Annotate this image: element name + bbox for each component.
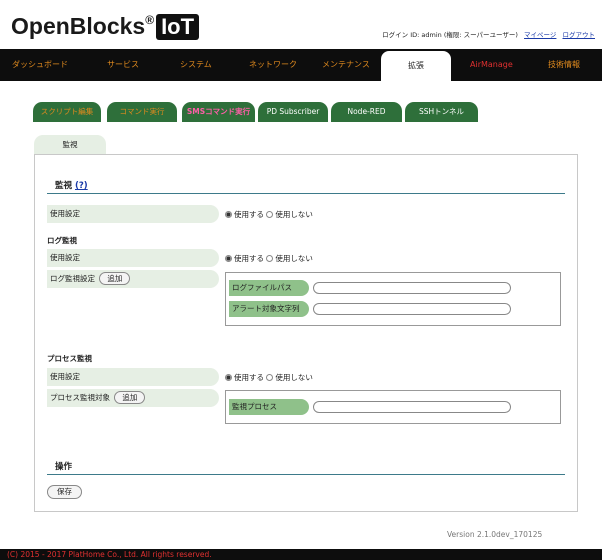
process-nouse-radio[interactable] <box>266 374 274 381</box>
log-monitor-entry-box: ログファイルパス アラート対象文字列 <box>225 272 561 326</box>
save-button[interactable]: 保存 <box>47 485 82 499</box>
log-use-radio-group: 使用する 使用しない <box>225 253 313 264</box>
operation-divider <box>47 474 565 475</box>
login-info: ログイン ID: admin (権限: スーパーユーザー) マイページ ログアウ… <box>382 29 595 39</box>
log-monitor-setting-label: ログ監視設定 <box>50 274 95 283</box>
process-target-label: プロセス監視対象 <box>50 393 110 402</box>
monitor-title: 監視 <box>55 181 73 191</box>
openblocks-logo: OpenBlocks® IoT <box>11 13 200 40</box>
login-user-text: ログイン ID: admin (権限: スーパーユーザー) <box>382 31 518 39</box>
process-monitor-heading: プロセス監視 <box>47 354 92 363</box>
version-text: Version 2.1.0dev_170125 <box>447 530 543 539</box>
logo-text: OpenBlocks <box>11 13 146 39</box>
alert-string-label: アラート対象文字列 <box>229 301 309 317</box>
process-nouse-radio-label: 使用しない <box>275 373 313 382</box>
nav-item-system[interactable]: システム <box>180 49 212 81</box>
main-nav: ダッシュボード サービス システム ネットワーク メンテナンス 拡張 AirMa… <box>0 49 602 81</box>
nav-item-tech-info[interactable]: 技術情報 <box>548 49 580 81</box>
subtab-sms-command-exec[interactable]: SMSコマンド実行 <box>182 102 255 122</box>
alert-string-input[interactable] <box>313 303 511 315</box>
nav-item-maintenance[interactable]: メンテナンス <box>322 49 370 81</box>
nav-item-network[interactable]: ネットワーク <box>249 49 297 81</box>
process-use-radio[interactable] <box>225 374 232 381</box>
subtab-script-edit[interactable]: スクリプト編集 <box>33 102 101 122</box>
nav-item-service[interactable]: サービス <box>107 49 139 81</box>
monitor-use-radio[interactable] <box>225 211 232 218</box>
section-title-monitor: 監視 (?) <box>55 179 88 191</box>
logout-link[interactable]: ログアウト <box>563 31 596 39</box>
log-use-setting-label: 使用設定 <box>47 249 219 267</box>
process-use-radio-label: 使用する <box>234 373 264 382</box>
log-monitor-setting-row: ログ監視設定 追加 <box>47 270 219 288</box>
log-nouse-radio[interactable] <box>266 255 274 262</box>
nav-item-dashboard[interactable]: ダッシュボード <box>12 49 68 81</box>
process-label: 監視プロセス <box>229 399 309 415</box>
process-use-radio-group: 使用する 使用しない <box>225 372 313 383</box>
process-input[interactable] <box>313 401 511 413</box>
monitor-use-radio-group: 使用する 使用しない <box>225 209 313 220</box>
logfile-path-input[interactable] <box>313 282 511 294</box>
log-use-radio[interactable] <box>225 255 232 262</box>
section-divider <box>47 193 565 194</box>
subtab-command-exec[interactable]: コマンド実行 <box>107 102 177 122</box>
footer-copyright: (C) 2015 - 2017 PlatHome Co., Ltd. All r… <box>0 549 602 560</box>
monitor-use-radio-label: 使用する <box>234 210 264 219</box>
monitor-panel: 監視 (?) 使用設定 使用する 使用しない ログ監視 使用設定 使用する 使用… <box>34 154 578 512</box>
logfile-path-label: ログファイルパス <box>229 280 309 296</box>
logo-iot-badge: IoT <box>156 14 200 40</box>
subtab-node-red[interactable]: Node-RED <box>331 102 402 122</box>
subtab-ssh-tunnel[interactable]: SSHトンネル <box>405 102 478 122</box>
log-nouse-radio-label: 使用しない <box>275 254 313 263</box>
nav-item-airmanage[interactable]: AirManage <box>470 49 513 81</box>
subtab-pd-subscriber[interactable]: PD Subscriber <box>258 102 328 122</box>
monitor-nouse-radio-label: 使用しない <box>275 210 313 219</box>
mypage-link[interactable]: マイページ <box>524 31 556 39</box>
log-use-radio-label: 使用する <box>234 254 264 263</box>
tab-monitor[interactable]: 監視 <box>34 135 106 154</box>
log-monitor-heading: ログ監視 <box>47 236 77 245</box>
process-add-button[interactable]: 追加 <box>114 391 146 404</box>
monitor-use-setting-label: 使用設定 <box>47 205 219 223</box>
logo-registered: ® <box>145 13 155 27</box>
monitor-nouse-radio[interactable] <box>266 211 274 218</box>
process-use-setting-label: 使用設定 <box>47 368 219 386</box>
log-add-button[interactable]: 追加 <box>99 272 131 285</box>
operation-heading: 操作 <box>55 462 73 472</box>
process-monitor-entry-box: 監視プロセス <box>225 390 561 424</box>
nav-item-extension[interactable]: 拡張 <box>381 51 451 81</box>
process-target-row: プロセス監視対象 追加 <box>47 389 219 407</box>
help-link[interactable]: (?) <box>75 181 88 191</box>
